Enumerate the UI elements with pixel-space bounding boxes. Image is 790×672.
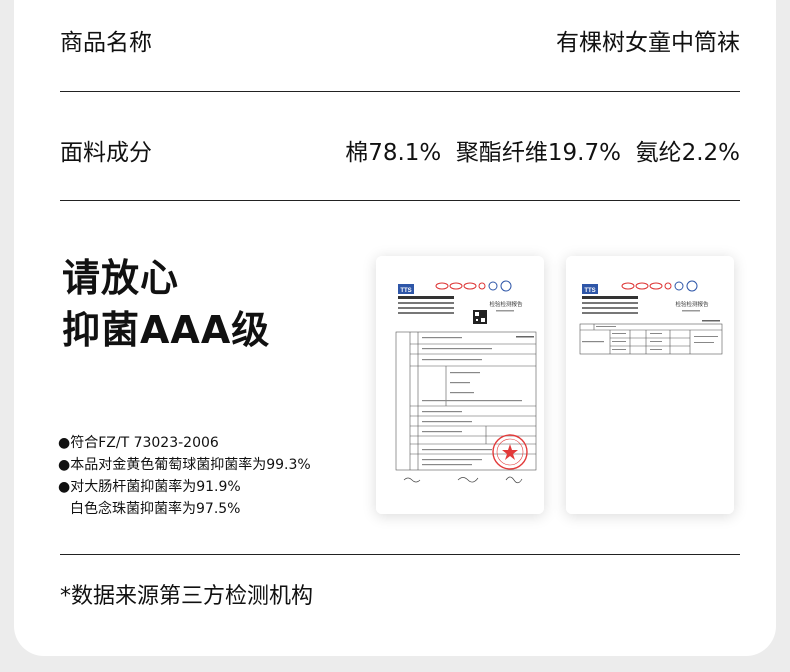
- heading-line-2: 抑菌AAA级: [62, 308, 271, 352]
- bullet-candida: 白色念珠菌抑菌率为97.5%: [70, 501, 241, 517]
- data-source-note: *数据来源第三方检测机构: [60, 584, 314, 609]
- report-title: 检验检测报告: [489, 300, 523, 308]
- heading-line-1: 请放心: [62, 256, 180, 300]
- fabric-row: 面料成分 棉78.1% 聚酯纤维19.7% 氨纶2.2%: [60, 132, 740, 168]
- divider: [60, 554, 740, 555]
- test-results-list: ●符合FZ/T 73023-2006 ●本品对金黄色葡萄球菌抑菌率为99.3% …: [58, 432, 311, 520]
- bullet-staph: ●本品对金黄色葡萄球菌抑菌率为99.3%: [58, 457, 311, 473]
- fabric-value: 棉78.1% 聚酯纤维19.7% 氨纶2.2%: [345, 140, 740, 166]
- product-name-row: 商品名称 有棵树女童中筒袜: [60, 22, 740, 58]
- product-name-label: 商品名称: [60, 30, 152, 56]
- report-title: 检验检测报告: [675, 300, 709, 308]
- product-info-card: 商品名称 有棵树女童中筒袜 面料成分 棉78.1% 聚酯纤维19.7% 氨纶2.…: [14, 0, 776, 656]
- product-name-value: 有棵树女童中筒袜: [556, 30, 740, 56]
- test-report-image-1: TTS 检验检测报告: [376, 256, 544, 514]
- report-logo-text: TTS: [400, 288, 411, 294]
- bullet-ecoli: ●对大肠杆菌抑菌率为91.9%: [58, 479, 241, 495]
- test-report-image-2: TTS 检验检测报告: [566, 256, 734, 514]
- antibacterial-heading: 请放心 抑菌AAA级: [62, 252, 270, 356]
- report-logo-text: TTS: [584, 288, 595, 294]
- report-logo: TTS: [398, 284, 414, 294]
- report-logo: TTS: [582, 284, 598, 294]
- qr-code-icon: [473, 310, 487, 324]
- divider: [60, 91, 740, 92]
- bullet-standard: ●符合FZ/T 73023-2006: [58, 435, 219, 451]
- fabric-label: 面料成分: [60, 140, 152, 166]
- divider: [60, 200, 740, 201]
